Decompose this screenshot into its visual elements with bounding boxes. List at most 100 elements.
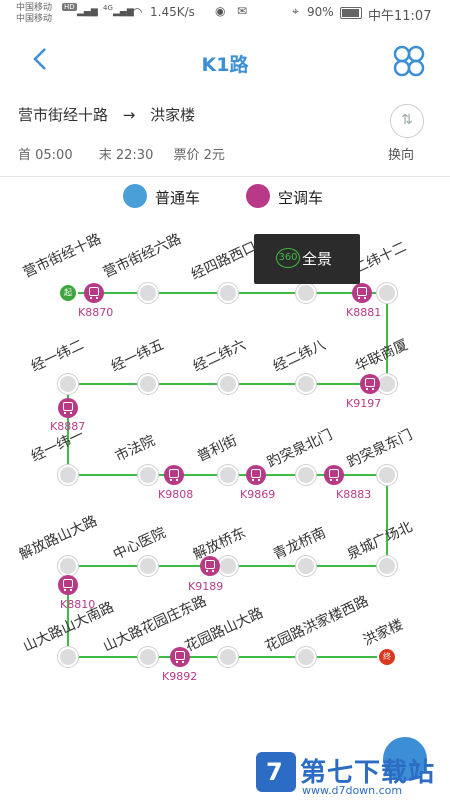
stop-name: 洪家楼	[360, 616, 406, 650]
watermark-url: www.d7down.com	[302, 784, 403, 797]
stop-name: 营市街经十路	[20, 231, 104, 282]
bus-icon[interactable]	[352, 283, 372, 303]
watermark-logo: 7	[256, 752, 296, 792]
stop-2[interactable]	[138, 283, 158, 303]
stop-name: 解放路山大路	[16, 513, 100, 564]
grid-menu-icon[interactable]	[392, 44, 426, 78]
panorama-button[interactable]: 360 全景	[254, 234, 360, 284]
bus-icon[interactable]	[84, 283, 104, 303]
route-line-right1	[386, 292, 388, 384]
bus-plate: K9892	[162, 670, 198, 683]
stop-name: 市法院	[112, 432, 158, 466]
bus-plate: K9197	[346, 397, 382, 410]
stop-name: 趵突泉北门	[264, 427, 336, 472]
stop-9[interactable]	[377, 374, 397, 394]
swap-direction-label[interactable]: 换向	[388, 144, 414, 163]
net-speed: 1.45K/s	[150, 5, 195, 19]
stop-23[interactable]	[296, 647, 316, 667]
panorama-360-icon: 360	[276, 248, 300, 268]
stop-name: 经二纬六	[190, 336, 249, 376]
legend-ac: 空调车	[278, 189, 324, 207]
bus-icon[interactable]	[170, 647, 190, 667]
status-bar: 中国移动 HD 中国移动 ▂▄▆ 4G ▂▄▆ ◠ 1.45K/s ◉ ✉ ⌖ …	[0, 0, 450, 26]
bus-plate: K9189	[188, 580, 224, 593]
route-direction: 营市街经十路 → 洪家楼	[18, 104, 195, 125]
panorama-label: 全景	[302, 250, 333, 268]
location-icon: ⌖	[292, 4, 299, 18]
stop-18[interactable]	[296, 556, 316, 576]
stop-name: 中心医院	[110, 524, 169, 564]
battery-percent: 90%	[307, 5, 334, 19]
battery-icon	[340, 7, 362, 19]
stop-name: 经二纬八	[270, 336, 329, 376]
stop-4a[interactable]	[296, 283, 316, 303]
stop-17[interactable]	[218, 556, 238, 576]
route-line-right2	[386, 474, 388, 566]
bus-icon[interactable]	[58, 575, 78, 595]
last-bus-time: 末 22:30	[98, 148, 154, 163]
wifi-icon: ◠	[132, 5, 143, 19]
stop-name: 经四路西口	[188, 239, 260, 284]
stop-name: 普利街	[194, 432, 240, 466]
stop-22[interactable]	[218, 647, 238, 667]
stop-12[interactable]	[218, 465, 238, 485]
fare: 票价 2元	[173, 148, 225, 163]
first-bus-time: 首 05:00	[18, 148, 73, 163]
bus-icon[interactable]	[200, 556, 220, 576]
stop-7[interactable]	[218, 374, 238, 394]
stop-6[interactable]	[138, 374, 158, 394]
bus-icon[interactable]	[360, 374, 380, 394]
wechat-icon: ◉	[215, 4, 226, 18]
clock: 中午11:07	[368, 9, 432, 24]
legend-normal: 普通车	[155, 189, 201, 207]
stop-3[interactable]	[218, 283, 238, 303]
ac-bus-legend-icon	[246, 184, 270, 208]
stop-14[interactable]	[377, 465, 397, 485]
signal-icon: ▂▄▆	[77, 7, 98, 17]
stop-name: 经一纬二	[28, 336, 87, 376]
bus-icon[interactable]	[246, 465, 266, 485]
bus-plate: K8881	[346, 306, 382, 319]
watermark-logo-mark: 7	[266, 758, 283, 786]
stop-4[interactable]	[377, 283, 397, 303]
stop-8[interactable]	[296, 374, 316, 394]
route-schedule: 首 05:00 末 22:30 票价 2元	[18, 144, 225, 163]
route-to: 洪家楼	[150, 106, 196, 124]
stop-end[interactable]: 终	[377, 647, 397, 667]
stop-21[interactable]	[138, 647, 158, 667]
stop-15[interactable]	[58, 556, 78, 576]
bus-icon[interactable]	[324, 465, 344, 485]
page-title: K1路	[201, 54, 249, 76]
stop-name: 华联商厦	[352, 336, 411, 376]
stop-13[interactable]	[296, 465, 316, 485]
bus-plate: K8883	[336, 488, 372, 501]
stop-10[interactable]	[58, 465, 78, 485]
title-bar: K1路	[0, 28, 450, 96]
bus-plate: K8870	[78, 306, 114, 319]
stop-name: 花园路洪家楼西路	[262, 593, 372, 656]
stop-11[interactable]	[138, 465, 158, 485]
swap-direction-icon[interactable]: ⇅	[390, 104, 424, 138]
bus-icon[interactable]	[58, 398, 78, 418]
normal-bus-legend-icon	[123, 184, 147, 208]
signal-icon-2: ▂▄▆	[113, 7, 134, 17]
stop-name: 营市街经六路	[100, 231, 184, 282]
route-arrow: →	[122, 106, 136, 124]
stop-name: 经一纬五	[108, 336, 167, 376]
stop-name: 解放桥东	[190, 524, 249, 564]
bus-icon[interactable]	[164, 465, 184, 485]
bus-plate: K9869	[240, 488, 276, 501]
stop-name: 泉城广场北	[344, 519, 416, 564]
stop-20[interactable]	[58, 647, 78, 667]
net-type: 4G	[103, 4, 113, 12]
stop-name: 趵突泉东门	[344, 427, 416, 472]
carrier-1: 中国移动	[16, 3, 53, 13]
stop-16[interactable]	[138, 556, 158, 576]
bus-plate: K9808	[158, 488, 194, 501]
stop-start[interactable]: 起	[58, 283, 78, 303]
divider	[0, 176, 450, 177]
stop-5[interactable]	[58, 374, 78, 394]
route-from: 营市街经十路	[18, 106, 109, 124]
hd-badge: HD	[62, 3, 77, 11]
stop-19[interactable]	[377, 556, 397, 576]
